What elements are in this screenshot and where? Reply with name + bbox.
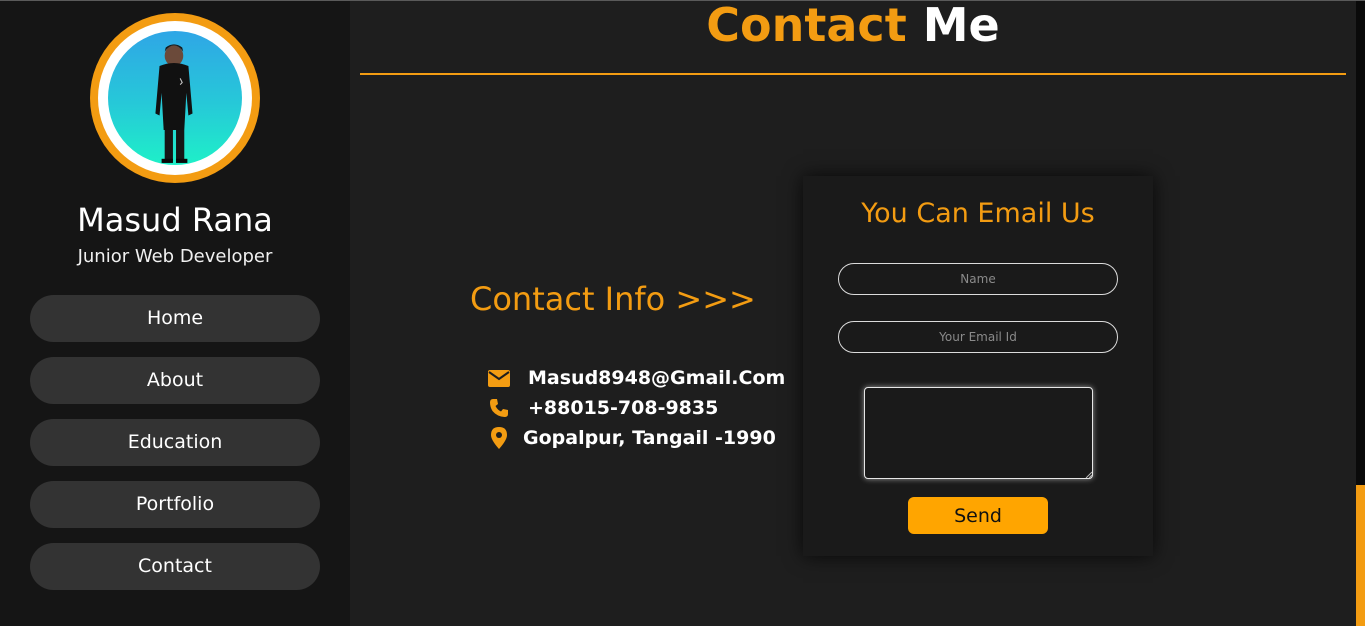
nav-item-home[interactable]: Home (30, 295, 320, 342)
email-input[interactable] (838, 321, 1118, 353)
nav-item-about[interactable]: About (30, 357, 320, 404)
envelope-icon (486, 367, 512, 389)
contact-info-heading: Contact Info >>> (470, 280, 756, 318)
scrollbar-thumb[interactable] (1356, 485, 1365, 626)
message-textarea[interactable] (864, 387, 1093, 479)
sidebar-nav: Home About Education Portfolio Contact (30, 295, 320, 605)
sidebar: Masud Rana Junior Web Developer Home Abo… (0, 1, 350, 626)
nav-item-portfolio[interactable]: Portfolio (30, 481, 320, 528)
contact-email-text: Masud8948@Gmail.Com (528, 367, 786, 389)
title-divider (360, 73, 1346, 75)
phone-icon (486, 397, 512, 419)
map-pin-icon (486, 427, 512, 449)
resize-grip-icon[interactable] (1085, 471, 1092, 478)
person-figure (155, 44, 193, 163)
send-button[interactable]: Send (908, 497, 1048, 534)
contact-address-row: Gopalpur, Tangail -1990 (486, 425, 776, 451)
page-title: Contact Me (360, 0, 1346, 50)
contact-phone-text: +88015-708-9835 (528, 397, 719, 419)
nav-item-education[interactable]: Education (30, 419, 320, 466)
form-heading: You Can Email Us (861, 198, 1095, 229)
contact-email-row: Masud8948@Gmail.Com (486, 365, 785, 391)
email-form-card: You Can Email Us Send (803, 176, 1153, 556)
page-title-rest: Me (922, 0, 1000, 52)
contact-phone-row: +88015-708-9835 (486, 395, 718, 421)
page-title-accent: Contact (706, 0, 907, 52)
nav-item-contact[interactable]: Contact (30, 543, 320, 590)
avatar (90, 13, 260, 183)
profile-photo (108, 31, 242, 165)
name-input[interactable] (838, 263, 1118, 295)
profile-role: Junior Web Developer (77, 246, 273, 267)
profile-name: Masud Rana (77, 201, 273, 239)
contact-address-text: Gopalpur, Tangail -1990 (523, 427, 776, 449)
